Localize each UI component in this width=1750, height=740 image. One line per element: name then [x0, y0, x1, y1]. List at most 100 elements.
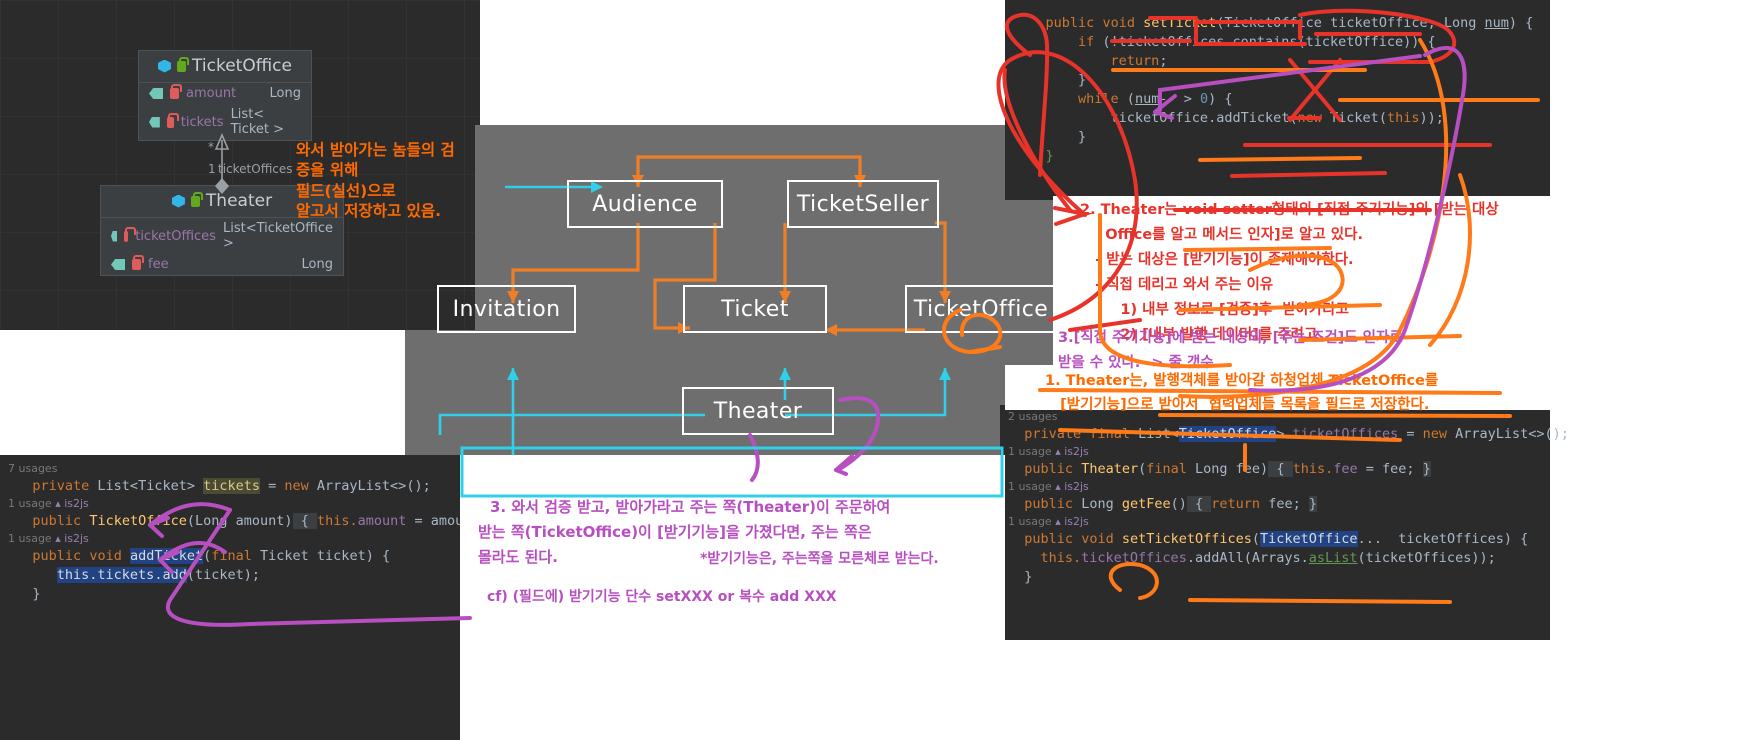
- code-token: List<: [1138, 426, 1179, 442]
- code-token: (: [1118, 91, 1135, 107]
- code-token: new: [284, 478, 309, 494]
- code-token: addTicket: [129, 548, 204, 564]
- code-token: addTicket: [1216, 110, 1290, 126]
- code-token: this: [1386, 110, 1420, 126]
- code-token: 0: [1199, 91, 1209, 107]
- code-editor-bottom-left[interactable]: 7 usages private List<Ticket> tickets = …: [0, 455, 504, 740]
- code-token: while: [1078, 91, 1119, 107]
- code-token: amount: [227, 513, 285, 529]
- uml-role-label: ticketOffices: [218, 162, 293, 176]
- code-token: void: [1102, 15, 1135, 31]
- code-usage-hint[interactable]: 1 usage ▴ is2js: [8, 496, 456, 512]
- code-token: (ticketOffice)) {: [1297, 34, 1436, 50]
- code-line[interactable]: this.ticketOffices.addAll(Arrays.asList(…: [1008, 549, 1544, 568]
- code-block[interactable]: public void setTicket (TicketOffice ticke…: [1005, 0, 1550, 166]
- code-token: ) {: [365, 548, 391, 564]
- code-token: (: [1289, 110, 1298, 126]
- code-token: contains: [1232, 34, 1298, 50]
- code-line[interactable]: }: [1008, 568, 1544, 587]
- code-token: ArrayList<>();: [1447, 426, 1569, 442]
- code-token: ticketOffices: [1292, 426, 1399, 442]
- code-token: tickets: [203, 478, 260, 494]
- code-line[interactable]: public Theater(final Long fee) { this.fe…: [1008, 460, 1544, 479]
- code-token: TicketOffice: [89, 513, 187, 529]
- code-line[interactable]: }: [1013, 128, 1544, 147]
- code-token: public: [1024, 531, 1074, 547]
- code-token: =: [1398, 426, 1423, 442]
- code-token: new: [1422, 426, 1447, 442]
- code-token: final: [1089, 426, 1130, 442]
- code-usage-hint[interactable]: 1 usage ▴ is2js: [1008, 479, 1544, 495]
- code-line[interactable]: public void setTicketOffices(TicketOffic…: [1008, 530, 1544, 549]
- slide-node-audience: Audience: [567, 180, 723, 228]
- code-token: }: [8, 586, 41, 602]
- code-usage-hint[interactable]: 1 usage ▴ is2js: [1008, 514, 1544, 530]
- code-token: amount: [357, 513, 407, 529]
- code-line[interactable]: public Long getFee() { return fee; }: [1008, 495, 1544, 514]
- code-line[interactable]: while (num-- > 0) {: [1013, 90, 1544, 109]
- code-line[interactable]: ticketOffice.addTicket(new Ticket(this))…: [1013, 109, 1544, 128]
- slide-node-theater: Theater: [682, 387, 834, 435]
- code-line[interactable]: private final List<TicketOffice> ticketO…: [1008, 425, 1569, 444]
- annotation-center-3: 몰라도 된다.: [478, 548, 558, 566]
- code-line[interactable]: public void addTicket(final Ticket ticke…: [8, 547, 456, 566]
- code-usage-hint[interactable]: 1 usage ▴ is2js: [8, 531, 456, 547]
- code-usage-hint[interactable]: 7 usages: [8, 461, 456, 477]
- code-line[interactable]: }: [8, 585, 456, 604]
- code-usage-hint[interactable]: 1 usage ▴ is2js: [1008, 444, 1544, 460]
- code-token: this.tickets.add: [56, 567, 187, 583]
- code-token: Ticket: [1330, 110, 1379, 126]
- code-line[interactable]: }: [1013, 71, 1544, 90]
- code-token: ): [284, 513, 293, 529]
- code-block[interactable]: 2 usages private final List<TicketOffice…: [1000, 405, 1569, 587]
- code-token: fee: [1227, 461, 1261, 477]
- code-token: ) {: [1508, 15, 1534, 31]
- code-editor-top-right[interactable]: public void setTicket (TicketOffice ticke…: [1005, 0, 1550, 200]
- code-token: return: [1110, 53, 1160, 69]
- code-token: void: [1081, 531, 1114, 547]
- annotation-center-5: cf) (필드에) 받기기능 단수 setXXX or 복수 add XXX: [487, 589, 837, 605]
- code-token: void: [89, 548, 122, 564]
- code-line[interactable]: private List<Ticket> tickets = new Array…: [8, 477, 456, 496]
- code-block[interactable]: 7 usages private List<Ticket> tickets = …: [0, 455, 504, 604]
- code-token: (): [1170, 496, 1187, 512]
- code-line[interactable]: this.tickets.add(ticket);: [8, 566, 456, 585]
- code-token: }: [1013, 129, 1087, 145]
- code-token: Long: [1443, 15, 1477, 31]
- code-line[interactable]: }: [1013, 147, 1544, 166]
- code-token: Theater: [1081, 461, 1139, 477]
- code-token: new: [1297, 110, 1322, 126]
- code-token: ) {: [1208, 91, 1233, 107]
- code-token: num: [1484, 15, 1509, 31]
- code-token: TicketOffice: [1224, 15, 1322, 31]
- code-line[interactable]: public void setTicket(TicketOffice ticke…: [1013, 14, 1544, 33]
- code-line[interactable]: public TicketOffice(Long amount) { this.…: [8, 512, 504, 531]
- code-author-hint: ▴ is2js: [51, 497, 89, 510]
- code-line[interactable]: if (!ticketOffices.contains(ticketOffice…: [1013, 33, 1544, 52]
- code-token: getFee: [1121, 496, 1171, 512]
- code-token: private: [1024, 426, 1082, 442]
- code-token: public: [1024, 461, 1074, 477]
- code-token: if: [1078, 34, 1095, 50]
- code-token: =: [260, 478, 285, 494]
- code-editor-bottom-right[interactable]: 2 usages private final List<TicketOffice…: [1000, 405, 1569, 640]
- code-line[interactable]: return;: [1013, 52, 1544, 71]
- code-token: ticketOffice,: [1321, 15, 1444, 31]
- slide-node-ticketoffice: TicketOffice: [905, 285, 1057, 333]
- code-author-hint: ▴ is2js: [51, 532, 89, 545]
